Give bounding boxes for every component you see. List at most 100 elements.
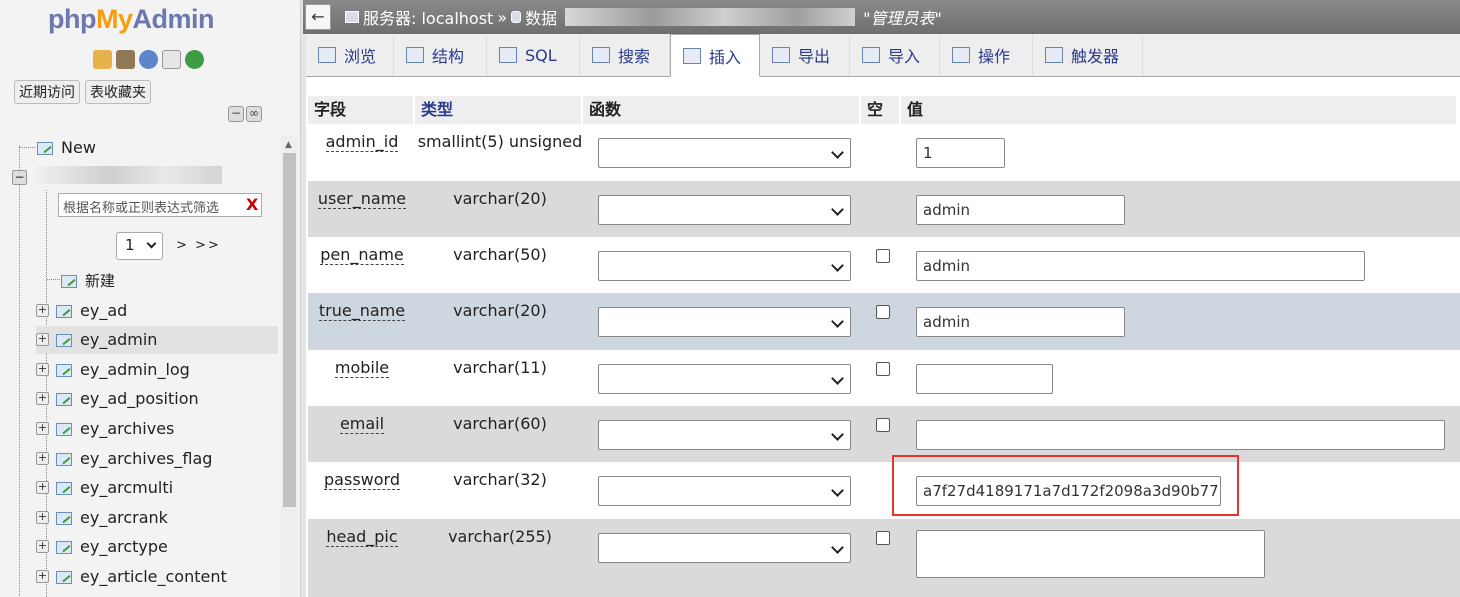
navigation-scrollbar[interactable]: ▲ bbox=[281, 136, 298, 597]
tab-insert[interactable]: 插入 bbox=[670, 34, 760, 77]
function-select[interactable] bbox=[598, 420, 851, 450]
function-select[interactable] bbox=[598, 307, 851, 337]
back-arrow-icon[interactable]: ← bbox=[305, 4, 331, 30]
expand-icon[interactable]: + bbox=[36, 303, 49, 317]
database-name-redacted[interactable] bbox=[36, 166, 222, 184]
expand-icon[interactable]: + bbox=[36, 569, 49, 583]
header-type: 类型 bbox=[415, 96, 581, 124]
expand-icon[interactable]: + bbox=[36, 481, 49, 495]
field-type: varchar(20) bbox=[453, 189, 547, 208]
logout-icon[interactable] bbox=[116, 50, 135, 69]
database-icon bbox=[511, 11, 522, 23]
value-input[interactable]: admin bbox=[916, 251, 1365, 281]
tab-export[interactable]: 导出 bbox=[760, 34, 850, 76]
expand-icon[interactable]: + bbox=[36, 421, 49, 435]
sidebar-table-item[interactable]: + ey_arctype bbox=[36, 533, 278, 561]
help-icon[interactable] bbox=[139, 50, 158, 69]
form-row: user_name varchar(20) admin bbox=[308, 181, 1460, 237]
table-name: ey_archives bbox=[80, 418, 175, 438]
table-icon bbox=[55, 391, 72, 407]
favorites-button[interactable]: 表收藏夹 bbox=[85, 80, 151, 104]
sidebar-table-item[interactable]: + ey_admin_log bbox=[36, 355, 278, 383]
field-name: head_pic bbox=[326, 527, 398, 547]
tab-import[interactable]: 导入 bbox=[850, 34, 940, 76]
null-checkbox[interactable] bbox=[876, 305, 890, 319]
docs-icon[interactable] bbox=[162, 50, 181, 69]
structure-icon bbox=[406, 47, 424, 63]
value-input[interactable]: 1 bbox=[916, 138, 1005, 168]
function-select[interactable] bbox=[598, 251, 851, 281]
function-select[interactable] bbox=[598, 138, 851, 168]
header-function: 函数 bbox=[583, 96, 859, 124]
sidebar-table-item[interactable]: + ey_admin bbox=[36, 325, 278, 354]
new-db-icon bbox=[36, 140, 53, 155]
tab-wrench[interactable]: 操作 bbox=[940, 34, 1033, 76]
field-type: varchar(20) bbox=[453, 301, 547, 320]
collapse-all-icon[interactable]: − bbox=[228, 106, 244, 122]
tab-structure[interactable]: 结构 bbox=[394, 34, 487, 76]
sidebar-table-item[interactable]: + ey_arcrank bbox=[36, 503, 278, 531]
form-row: admin_id smallint(5) unsigned 1 bbox=[308, 124, 1460, 181]
expand-icon[interactable]: + bbox=[36, 333, 49, 347]
table-icon bbox=[55, 569, 72, 584]
new-database-link[interactable]: New bbox=[36, 138, 96, 157]
expand-icon[interactable]: + bbox=[36, 510, 49, 524]
new-table-link[interactable]: 新建 bbox=[60, 270, 115, 291]
null-checkbox[interactable] bbox=[876, 249, 890, 263]
value-input[interactable] bbox=[916, 364, 1053, 394]
expand-icon[interactable]: + bbox=[36, 540, 49, 554]
null-checkbox[interactable] bbox=[876, 418, 890, 432]
link-icon[interactable]: ∞ bbox=[246, 106, 262, 122]
tab-browse[interactable]: 浏览 bbox=[306, 34, 394, 76]
field-name: mobile bbox=[334, 358, 390, 378]
sidebar-table-item[interactable]: + ey_article_content bbox=[36, 562, 278, 590]
sidebar-table-item[interactable]: + ey_archives_flag bbox=[36, 444, 278, 472]
expand-icon[interactable]: + bbox=[36, 392, 49, 406]
clear-filter-button[interactable]: X bbox=[246, 193, 262, 217]
expand-icon[interactable]: + bbox=[36, 362, 49, 376]
panel-resizer[interactable] bbox=[301, 0, 306, 597]
sql-icon bbox=[499, 47, 517, 63]
table-filter-input[interactable]: 根据名称或正则表达式筛选 bbox=[58, 193, 262, 217]
phpmyadmin-logo[interactable]: phpMyAdmin bbox=[48, 4, 214, 35]
breadcrumb: ← 服务器: localhost » 数据 "管理员表" bbox=[303, 0, 1460, 34]
sidebar-table-item[interactable]: + ey_arcmulti bbox=[36, 474, 278, 502]
page-select[interactable]: 1 bbox=[116, 232, 163, 260]
tab-sql[interactable]: SQL bbox=[487, 34, 580, 76]
table-icon bbox=[55, 332, 72, 348]
column-headers: 字段 类型 函数 空 值 bbox=[308, 96, 1458, 124]
function-select[interactable] bbox=[598, 533, 851, 563]
sidebar-table-item[interactable]: + ey_ad_position bbox=[36, 385, 278, 413]
highlight-box bbox=[892, 455, 1239, 516]
sidebar-table-item[interactable]: + ey_archives bbox=[36, 414, 278, 442]
value-input[interactable]: admin bbox=[916, 195, 1125, 225]
breadcrumb-database[interactable]: 数据 bbox=[525, 5, 557, 29]
value-input[interactable] bbox=[916, 530, 1265, 578]
recent-button[interactable]: 近期访问 bbox=[14, 80, 80, 104]
breadcrumb-server[interactable]: 服务器: localhost bbox=[363, 5, 493, 29]
field-name: true_name bbox=[318, 301, 406, 321]
tab-search[interactable]: 搜索 bbox=[580, 34, 670, 76]
server-icon bbox=[345, 11, 359, 23]
pager-links[interactable]: > >> bbox=[176, 238, 221, 253]
reload-icon[interactable] bbox=[185, 50, 204, 69]
home-icon[interactable] bbox=[93, 50, 112, 69]
value-input[interactable]: admin bbox=[916, 307, 1125, 337]
table-icon bbox=[55, 421, 72, 436]
function-select[interactable] bbox=[598, 476, 851, 506]
null-checkbox[interactable] bbox=[876, 531, 890, 545]
sidebar-table-item[interactable]: + ey_ad bbox=[36, 296, 278, 324]
function-select[interactable] bbox=[598, 364, 851, 394]
table-icon bbox=[55, 480, 72, 496]
null-checkbox[interactable] bbox=[876, 362, 890, 376]
function-select[interactable] bbox=[598, 195, 851, 225]
value-input[interactable] bbox=[916, 420, 1445, 450]
new-table-icon bbox=[60, 273, 77, 288]
collapse-db-icon[interactable]: − bbox=[12, 170, 27, 185]
table-icon bbox=[55, 510, 72, 525]
table-name: ey_arcrank bbox=[80, 507, 168, 527]
header-field: 字段 bbox=[308, 96, 413, 124]
expand-icon[interactable]: + bbox=[36, 451, 49, 465]
form-row: pen_name varchar(50) admin bbox=[308, 237, 1460, 293]
tab-trigger[interactable]: 触发器 bbox=[1033, 34, 1143, 76]
